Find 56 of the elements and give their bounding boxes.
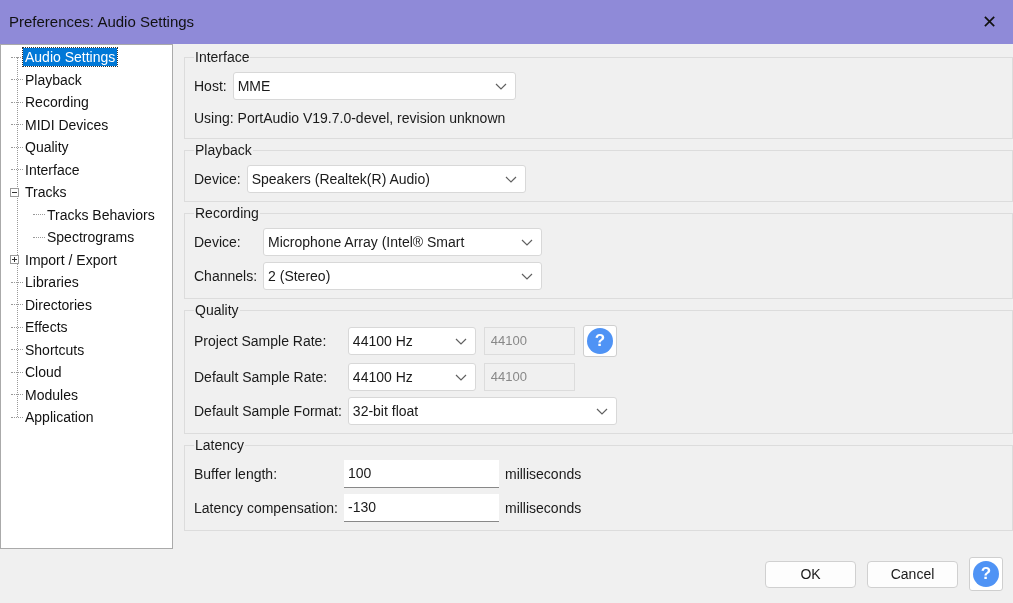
tree-item[interactable]: Tracks Behaviors bbox=[45, 205, 157, 224]
group-title: Quality bbox=[194, 301, 240, 319]
window-title: Preferences: Audio Settings bbox=[9, 11, 195, 32]
field-label: Device: bbox=[194, 169, 241, 189]
chevron-down-icon bbox=[504, 175, 517, 183]
tree-item[interactable]: Recording bbox=[23, 93, 91, 112]
input-field[interactable]: -130 bbox=[344, 494, 499, 522]
field-label: Buffer length: bbox=[194, 464, 279, 484]
dropdown[interactable]: Microphone Array (Intel® Smart bbox=[263, 228, 543, 256]
input-field: 44100 bbox=[483, 363, 575, 391]
dropdown[interactable]: 32-bit float bbox=[347, 397, 617, 425]
group-title: Recording bbox=[194, 204, 260, 222]
dropdown[interactable]: 44100 Hz bbox=[347, 327, 476, 355]
tree-item[interactable]: MIDI Devices bbox=[23, 115, 111, 134]
tree-item[interactable]: Audio Settings bbox=[23, 48, 118, 67]
tree-item[interactable]: Spectrograms bbox=[45, 228, 137, 247]
chevron-down-icon bbox=[521, 238, 534, 246]
tree-item[interactable]: Libraries bbox=[23, 273, 81, 292]
group-title: Playback bbox=[194, 141, 253, 159]
dropdown[interactable]: MME bbox=[232, 72, 516, 100]
field-label: Channels: bbox=[194, 266, 258, 286]
field-label: Default Sample Format: bbox=[194, 401, 342, 421]
tree-item[interactable]: Effects bbox=[23, 318, 70, 337]
info-text: Using: PortAudio V19.7.0-devel, revision unknown bbox=[194, 110, 506, 126]
tree-item[interactable]: Playback bbox=[23, 70, 84, 89]
tree-item[interactable]: Interface bbox=[23, 160, 82, 179]
dropdown[interactable]: Speakers (Realtek(R) Audio) bbox=[246, 165, 526, 193]
collapse-icon[interactable] bbox=[10, 187, 19, 197]
cancel-button[interactable]: Cancel bbox=[867, 560, 958, 588]
chevron-down-icon bbox=[521, 272, 534, 280]
field-label: Default Sample Rate: bbox=[194, 367, 329, 387]
chevron-down-icon bbox=[454, 337, 467, 345]
tree-item[interactable]: Tracks bbox=[23, 183, 69, 202]
chevron-down-icon bbox=[595, 407, 608, 415]
field-label: Latency compensation: bbox=[194, 498, 338, 518]
expand-icon[interactable] bbox=[10, 255, 19, 265]
field-label: Project Sample Rate: bbox=[194, 331, 328, 351]
unit-label: milliseconds bbox=[505, 498, 582, 518]
tree-item[interactable]: Application bbox=[23, 408, 96, 427]
tree-item[interactable]: Cloud bbox=[23, 363, 64, 382]
field-label: Device: bbox=[194, 232, 242, 252]
dropdown[interactable]: 44100 Hz bbox=[347, 363, 476, 391]
tree-item[interactable]: Import / Export bbox=[23, 250, 119, 269]
tree-item[interactable]: Directories bbox=[23, 295, 94, 314]
tree-item[interactable]: Quality bbox=[23, 138, 71, 157]
input-field[interactable]: 100 bbox=[344, 460, 499, 488]
chevron-down-icon bbox=[454, 373, 467, 381]
close-button[interactable]: ✕ bbox=[975, 8, 1003, 36]
unit-label: milliseconds bbox=[505, 464, 582, 484]
ok-button[interactable]: OK bbox=[765, 560, 856, 588]
dropdown[interactable]: 2 (Stereo) bbox=[263, 262, 543, 290]
input-field: 44100 bbox=[483, 327, 575, 355]
tree-item[interactable]: Shortcuts bbox=[23, 340, 87, 359]
tree-item[interactable]: Modules bbox=[23, 385, 80, 404]
chevron-down-icon bbox=[494, 82, 507, 90]
field-label: Host: bbox=[194, 76, 227, 96]
